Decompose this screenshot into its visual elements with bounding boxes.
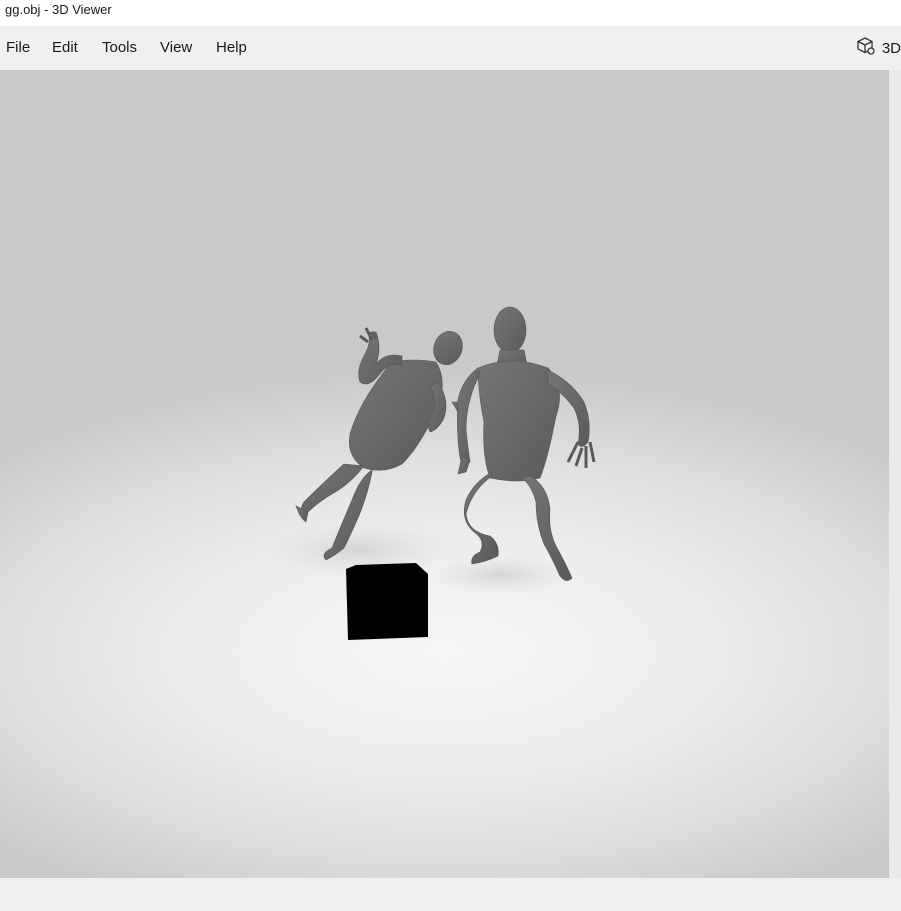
menu-view[interactable]: View (160, 38, 192, 58)
window-title: gg.obj - 3D Viewer (5, 2, 112, 17)
mode-3d-label: 3D (881, 39, 901, 57)
title-bar: gg.obj - 3D Viewer (0, 0, 901, 26)
menu-edit[interactable]: Edit (52, 38, 78, 58)
menu-bar: File Edit Tools View Help 3D (0, 26, 901, 70)
menu-file[interactable]: File (6, 38, 30, 58)
black-box (346, 563, 428, 640)
figure-right (457, 306, 596, 581)
status-bar (0, 878, 901, 911)
3d-viewport[interactable] (0, 70, 889, 878)
mode-3d-button[interactable]: 3D (856, 36, 901, 60)
menu-tools[interactable]: Tools (102, 38, 137, 58)
vertical-scrollbar[interactable] (889, 70, 901, 878)
shadow-right (430, 555, 570, 595)
scene (265, 306, 596, 640)
cube-icon (856, 36, 876, 60)
menu-help[interactable]: Help (216, 38, 247, 58)
